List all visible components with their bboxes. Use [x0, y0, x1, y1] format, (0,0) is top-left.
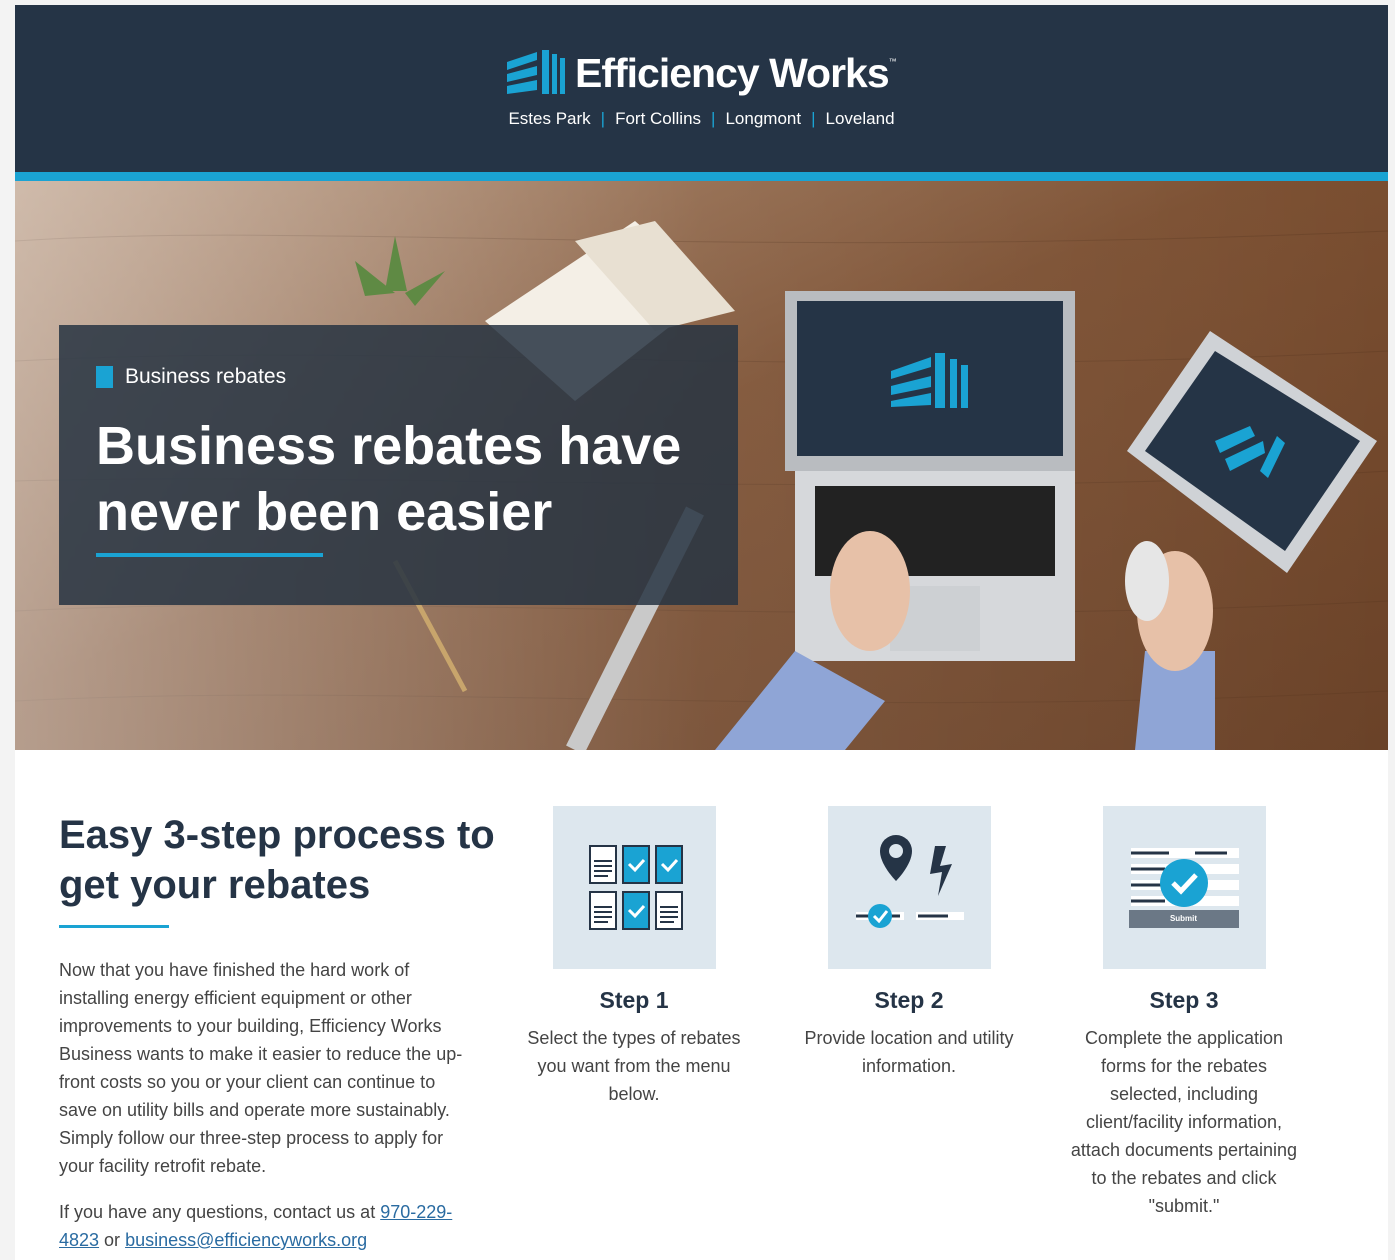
city-fort-collins[interactable]: Fort Collins — [615, 109, 701, 128]
building-icon — [96, 366, 113, 388]
step-3-description: Complete the application forms for the r… — [1070, 1028, 1298, 1216]
hero-kicker-label: Business rebates — [125, 365, 287, 388]
intro-title: Easy 3-step process to get your rebates — [59, 813, 495, 907]
city-separator: | — [711, 109, 716, 128]
city-longmont[interactable]: Longmont — [725, 109, 801, 128]
hero-kicker[interactable]: Business rebates — [96, 365, 286, 389]
step-3-label: Step 3 — [1149, 987, 1219, 1013]
step-1-label: Step 1 — [599, 987, 669, 1013]
brand-logo[interactable]: Efficiency Works ™ — [507, 45, 897, 101]
city-list: Estes Park | Fort Collins | Longmont | Lovelan… — [15, 109, 1388, 129]
step-2: Step 2 Provide location and utility info… — [789, 806, 1029, 1080]
page: Efficiency Works ™ Estes Park | Fort Colli… — [15, 5, 1388, 1260]
brand-name: Efficiency Works — [575, 49, 890, 96]
step-1-description: Select the types of rebates you want fro… — [527, 1028, 741, 1104]
step-2-label: Step 2 — [874, 987, 944, 1013]
hero-title-underline — [96, 553, 323, 557]
step-1-icon-tile — [552, 806, 716, 969]
city-separator: | — [600, 109, 606, 128]
step-2-icon-tile — [827, 806, 991, 969]
steps-section: Easy 3-step process to get your rebates … — [15, 750, 1388, 1260]
contact-prefix: If you have any questions, contact us at — [59, 1202, 381, 1222]
city-loveland[interactable]: Loveland — [826, 109, 895, 128]
submit-form-icon — [1128, 848, 1239, 928]
logo-bars-icon — [507, 50, 565, 94]
step-3: Submit Step 3 Complete the application f… — [1064, 806, 1304, 1220]
submit-mini-button-label: Submit — [1169, 914, 1198, 923]
location-utility-icon — [855, 835, 964, 928]
trademark: ™ — [888, 56, 897, 66]
hero-banner: Business rebates Business rebates have n… — [15, 181, 1388, 750]
step-2-description: Provide location and utility information… — [804, 1028, 1014, 1076]
email-link[interactable]: business@efficiencyworks.org — [125, 1230, 367, 1250]
city-separator: | — [811, 109, 816, 128]
intro-text: Now that you have finished the hard work… — [59, 960, 463, 1176]
step-1: Step 1 Select the types of rebates you w… — [514, 806, 754, 1108]
hero-overlay-card: Business rebates Business rebates have n… — [59, 325, 738, 605]
city-estes-park[interactable]: Estes Park — [508, 109, 590, 128]
step-3-icon-tile: Submit — [1102, 806, 1266, 969]
header-accent-bar — [15, 172, 1388, 181]
contact-mid: or — [99, 1230, 126, 1250]
intro-title-underline — [59, 925, 169, 928]
header: Efficiency Works ™ Estes Park | Fort Colli… — [15, 5, 1388, 181]
hero-title: Business rebates have never been easier — [96, 416, 682, 542]
checklist-grid-icon — [588, 845, 683, 930]
intro-contact: If you have any questions, contact us at… — [59, 1198, 479, 1254]
